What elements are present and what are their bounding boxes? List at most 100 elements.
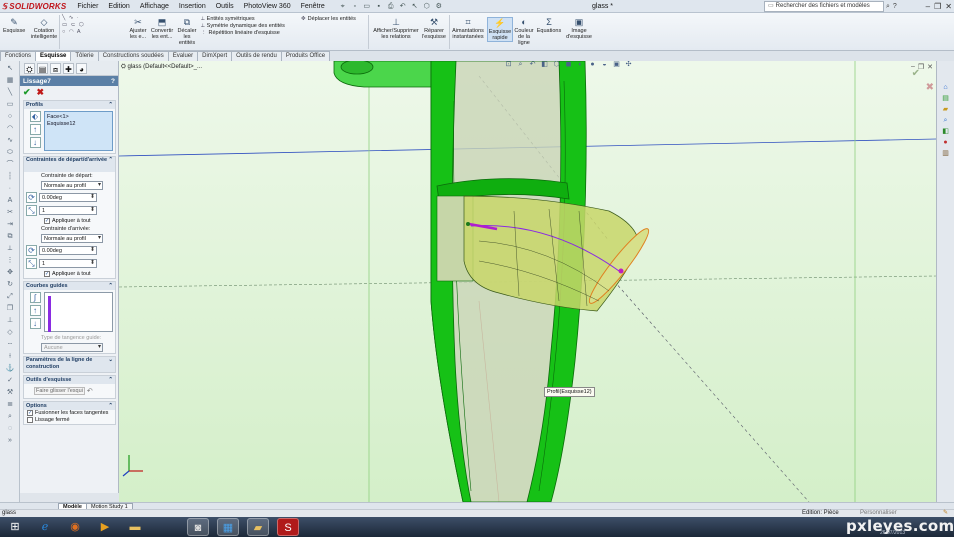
undo-icon[interactable]: ↶ (87, 387, 93, 395)
section-header[interactable]: Paramètres de la ligne de construction ⌄ (24, 357, 115, 372)
section-view-icon[interactable]: ◧ (540, 61, 549, 69)
view-palette-icon[interactable]: ◧ (941, 127, 951, 137)
more-icon[interactable]: » (4, 436, 16, 445)
ok-icon[interactable]: ✔ (23, 87, 31, 98)
pin-icon[interactable]: ⌖ (338, 2, 348, 11)
start-length-field[interactable]: 1 (39, 206, 97, 215)
save-icon[interactable]: ▪ (374, 2, 384, 11)
spline-icon[interactable]: ∿ (4, 136, 16, 145)
folder-icon[interactable]: ▰ (247, 518, 269, 536)
section-header[interactable]: Courbes guides ⌃ (24, 282, 115, 290)
checkbox-checked[interactable]: ✓ (44, 271, 50, 277)
scale-icon[interactable]: ⤢ (4, 292, 16, 301)
section-header[interactable]: Contraintes de départ/d'arrivée ⌃ (24, 157, 115, 172)
profiles-listbox[interactable]: Face<1> Esquisse12 (44, 111, 113, 151)
tab-produits-office[interactable]: Produits Office (280, 51, 331, 61)
file-explorer-icon[interactable]: ▰ (941, 105, 951, 115)
circle-icon[interactable]: ○ (62, 29, 65, 35)
solidworks-logo[interactable]: 𝕊 SOLIDWORKS (0, 0, 72, 13)
view-settings-icon[interactable]: ▣ (612, 61, 621, 69)
windows-start-icon[interactable]: ⊞ (4, 518, 26, 536)
layer-icon[interactable]: ≣ (4, 400, 16, 409)
design-library-icon[interactable]: ▤ (941, 94, 951, 104)
deplacer-entites[interactable]: ✥ Déplacer les entités (301, 16, 356, 23)
close-icon[interactable]: ✕ (945, 1, 952, 12)
tab-dimxpert[interactable]: DimXpert (197, 51, 233, 61)
line-icon[interactable]: ╲ (62, 15, 65, 21)
start-angle-field[interactable]: 0.00deg (39, 193, 97, 202)
minimize-icon[interactable]: – (926, 1, 930, 12)
decaler-button[interactable]: ⧉ Décaler les entités (176, 17, 198, 46)
guide-curves-listbox[interactable] (44, 292, 113, 332)
polygon-icon[interactable]: ⬡ (79, 22, 84, 28)
fillet-icon[interactable]: ⌒ (4, 160, 16, 169)
rectangle-icon[interactable]: ▭ (4, 100, 16, 109)
tab-esquisse[interactable]: Esquisse (35, 51, 72, 61)
close-icon[interactable]: ✕ (927, 63, 933, 71)
end-length-field[interactable]: 1 (39, 259, 97, 268)
zoom-icon[interactable]: ⌕ (4, 412, 16, 421)
section-header[interactable]: Options ⌃ (24, 402, 115, 410)
display-manager-icon[interactable]: ◕ (76, 62, 87, 74)
confirmation-cancel-icon[interactable]: ✖ (926, 82, 934, 93)
hide-icon[interactable]: ◌ (4, 424, 16, 433)
dimension-icon[interactable]: ◇ (4, 328, 16, 337)
spline-icon[interactable]: ∿ (69, 15, 74, 21)
help-button[interactable]: ? (111, 78, 115, 85)
collapse-icon[interactable]: ⌃ (108, 403, 113, 409)
check-sketch-icon[interactable]: ✓ (4, 376, 16, 385)
list-item[interactable]: Esquisse12 (47, 121, 110, 128)
esquisse-button[interactable]: ✎ Esquisse (3, 17, 25, 34)
move-down-icon[interactable]: ↓ (29, 137, 41, 148)
afficher-relations-button[interactable]: ⊥ Afficher/Supprimer les relations (372, 17, 420, 40)
entites-symetriques[interactable]: ⟂ Entités symétriques (201, 16, 255, 22)
checkbox-checked[interactable]: ✓ (44, 218, 50, 224)
zoom-fit-icon[interactable]: ⊡ (504, 61, 513, 69)
tab-constructions-soudees[interactable]: Constructions soudées (97, 51, 169, 61)
relations-icon[interactable]: ⊥ (4, 316, 16, 325)
rebuild-status-icon[interactable]: ✎ (943, 510, 948, 517)
offset-icon[interactable]: ⧉ (4, 232, 16, 241)
menu-outils[interactable]: Outils (211, 0, 239, 13)
custom-properties-icon[interactable]: ▥ (941, 149, 951, 159)
feature-manager-icon[interactable]: ⛭ (24, 62, 35, 74)
end-angle-field[interactable]: 0.00deg (39, 246, 97, 255)
menu-fichier[interactable]: Fichier (72, 0, 103, 13)
print-icon[interactable]: ⎙ (386, 2, 396, 11)
tab-outils-de-rendu[interactable]: Outils de rendu (231, 51, 282, 61)
trim-icon[interactable]: ✂ (4, 208, 16, 217)
appearances-icon[interactable]: ● (941, 138, 951, 148)
symetrie-dynamique[interactable]: ⟂ Symétrie dynamique des entités (201, 23, 285, 29)
configuration-manager-icon[interactable]: ⧈ (50, 62, 61, 74)
file-explorer-icon[interactable]: ▬ (124, 518, 146, 536)
rotate-icon[interactable]: ↻ (4, 280, 16, 289)
help-icon[interactable]: ? (893, 1, 897, 12)
section-header[interactable]: Profils ⌃ (24, 101, 115, 109)
open-icon[interactable]: ▭ (362, 2, 372, 11)
search-icon[interactable]: ⌕ (886, 1, 890, 12)
select-icon[interactable]: ↖ (4, 64, 16, 73)
menu-edition[interactable]: Edition (103, 0, 134, 13)
edit-appearance-icon[interactable]: ● (588, 61, 597, 69)
start-constraint-select[interactable]: Normale au profil (41, 181, 103, 190)
cotation-button[interactable]: ◇ Cotation intelligente (30, 17, 58, 40)
collapse-icon[interactable]: ⌃ (108, 157, 113, 164)
section-header[interactable]: Outils d'esquisse ⌃ (24, 376, 115, 384)
tab-evaluer[interactable]: Evaluer (167, 51, 199, 61)
expand-icon[interactable]: ⌄ (108, 357, 113, 364)
status-units[interactable]: Personnaliser (860, 510, 897, 517)
graphics-area[interactable]: ⛭ glass (Default<<Default>_... ⊡ ⌕ ↶ ◧ ⬡… (119, 61, 936, 502)
arc-icon[interactable]: ◠ (69, 29, 74, 35)
collapse-icon[interactable]: ⌃ (108, 102, 113, 108)
reparer-button[interactable]: ⚒ Réparer l'esquisse (421, 17, 447, 40)
mirror-icon[interactable]: ⟂ (4, 244, 16, 253)
list-item[interactable]: Face<1> (47, 114, 110, 121)
repair-icon[interactable]: ⚒ (4, 388, 16, 397)
menu-photoview[interactable]: PhotoView 360 (239, 0, 296, 13)
end-constraint-select[interactable]: Normale au profil (41, 234, 103, 243)
sketch-grid-icon[interactable]: ▦ (4, 76, 16, 85)
hide-show-icon[interactable]: ◐ (576, 61, 585, 69)
profile-callout[interactable]: Profil(Esquisse12) (544, 387, 595, 397)
rectangle-icon[interactable]: ▭ (62, 22, 67, 28)
line-icon[interactable]: ╲ (4, 88, 16, 97)
